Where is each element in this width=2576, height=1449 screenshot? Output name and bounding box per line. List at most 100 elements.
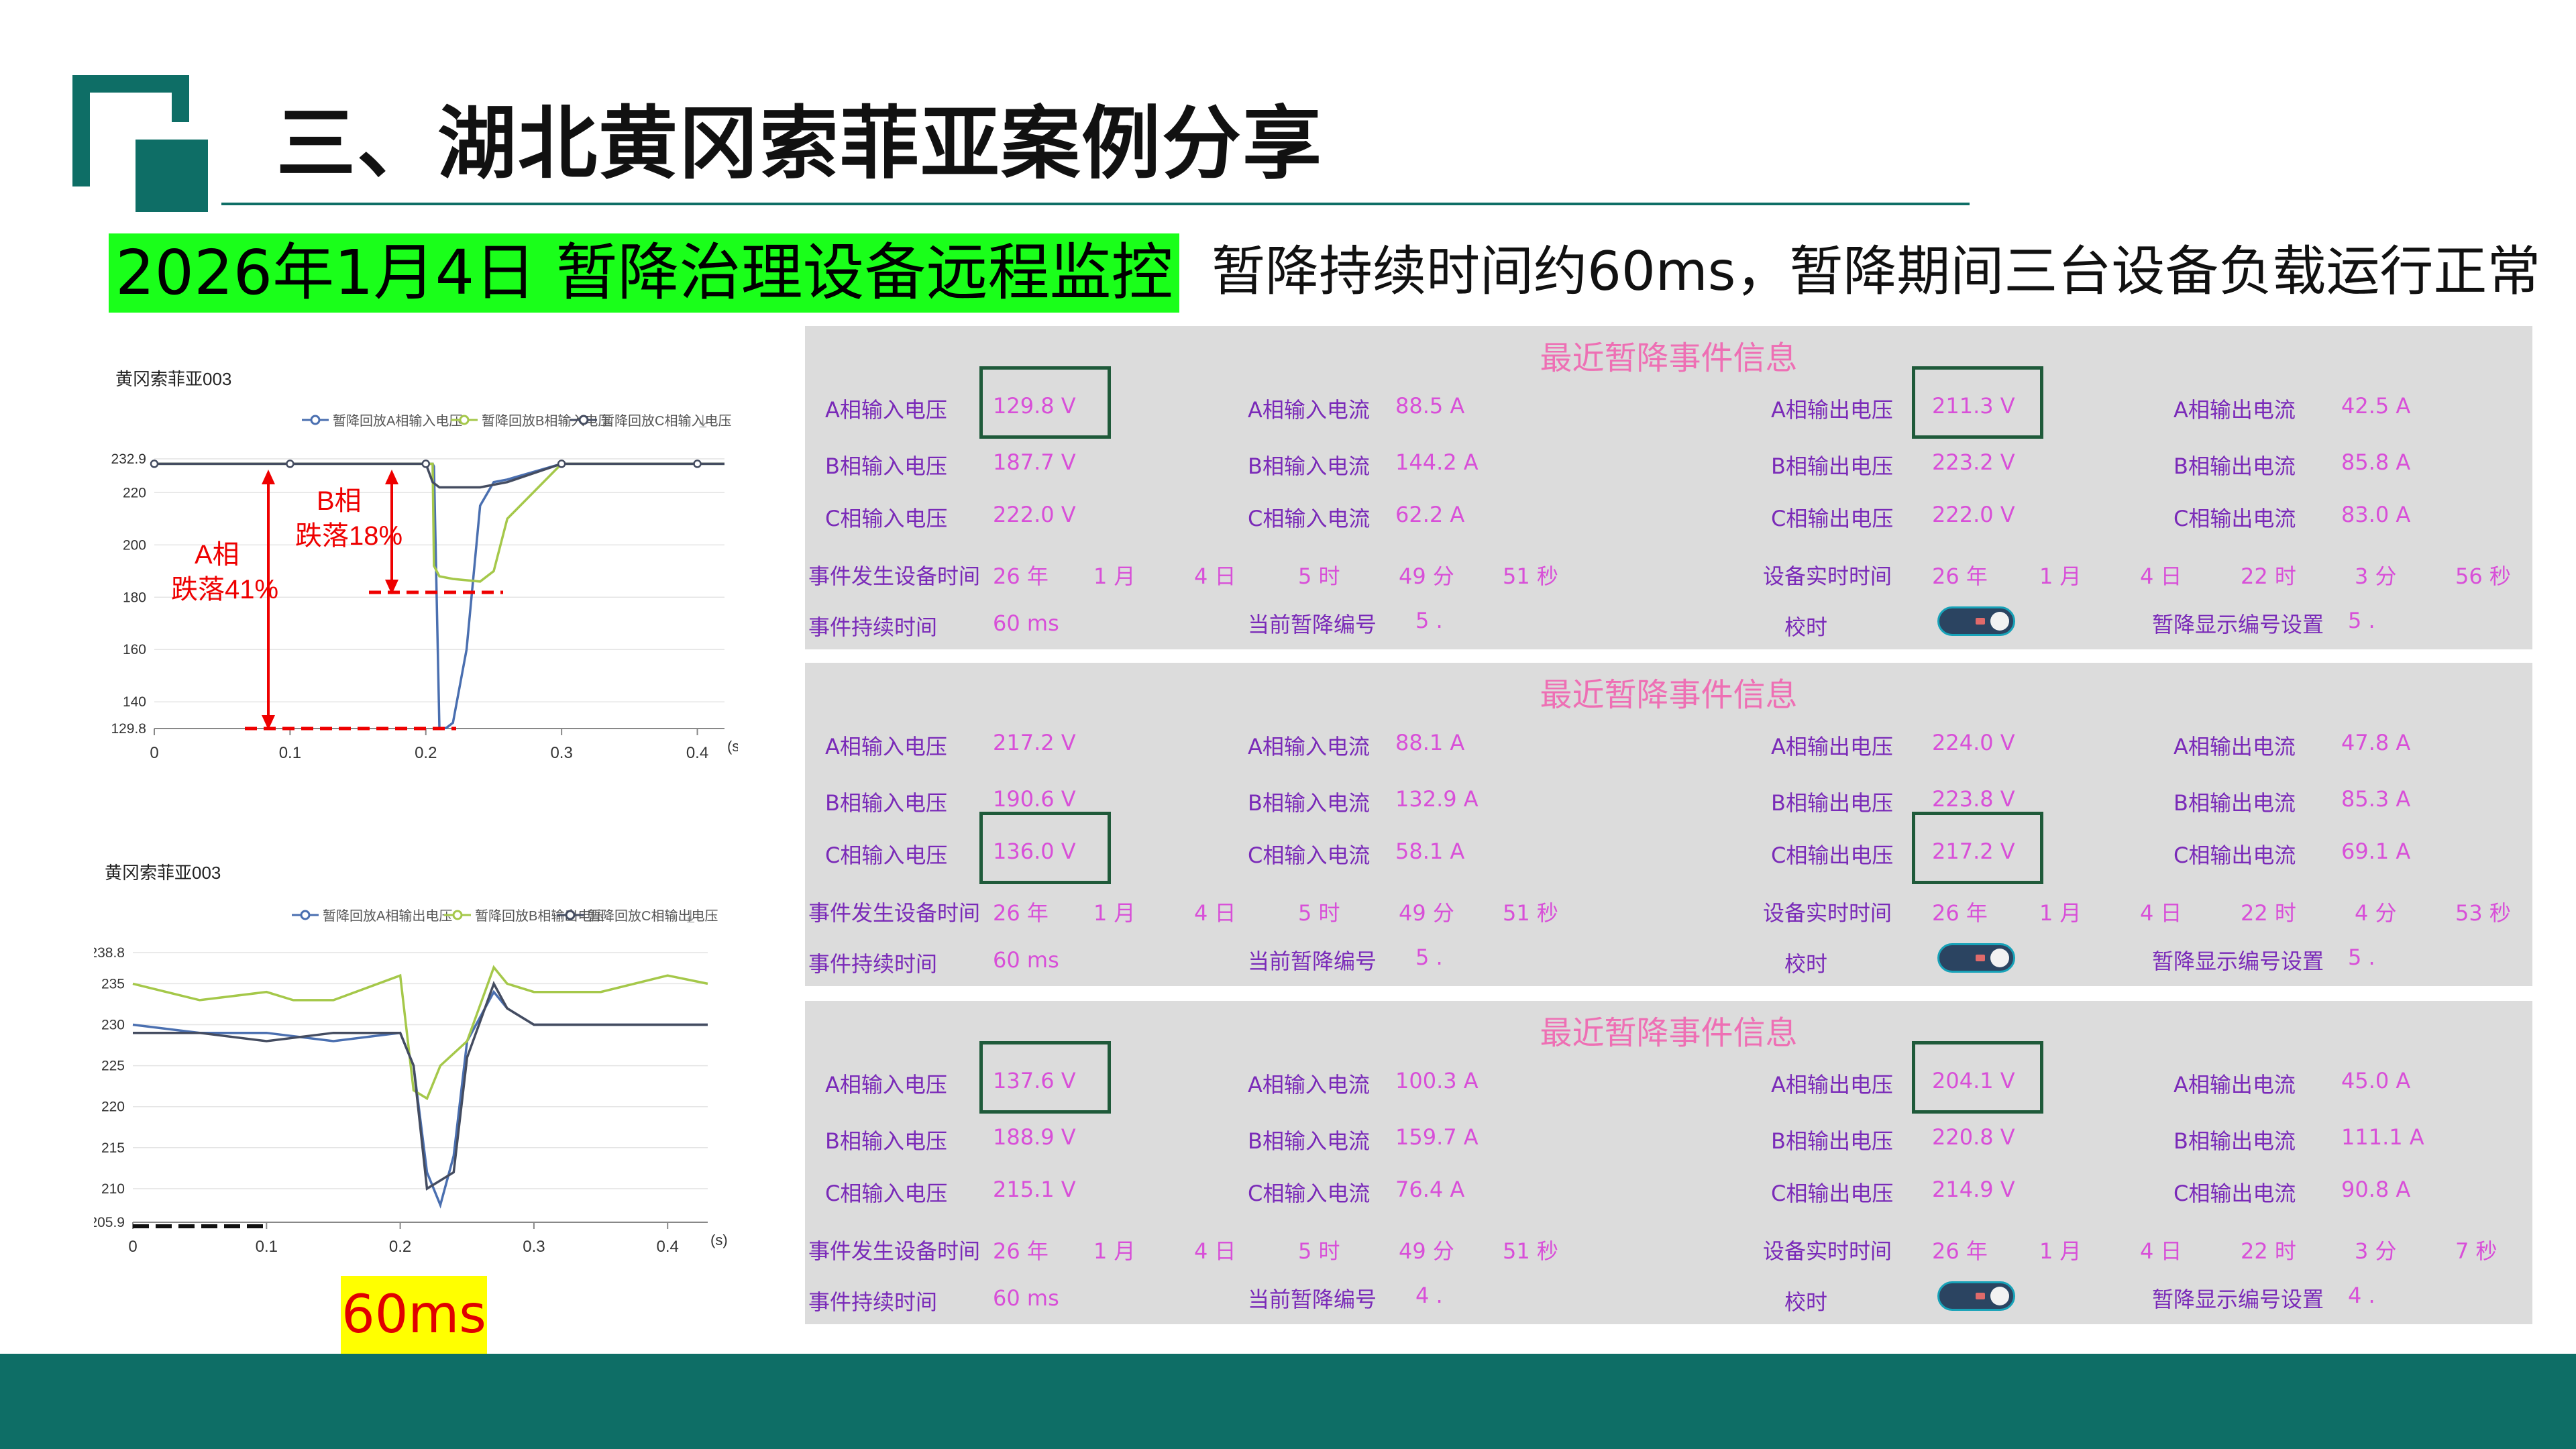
- field-value: 62.2 A: [1395, 502, 1465, 527]
- field-label: B相输入电压: [825, 1128, 947, 1154]
- field-label: C相输出电压: [1771, 843, 1894, 868]
- footer-bar: [0, 1354, 2576, 1449]
- field-value: 222.0 V: [993, 502, 1076, 527]
- realtime-part: 4 日: [2140, 900, 2182, 926]
- download-icon[interactable]: ⤓: [699, 411, 707, 431]
- y-tick-label: 215: [101, 1140, 125, 1156]
- series-line-2: [154, 462, 724, 583]
- x-tick-label: 0.1: [279, 744, 301, 762]
- y-tick-label: 210: [101, 1181, 125, 1197]
- field-value: 83.0 A: [2341, 502, 2411, 527]
- x-unit-label: (s): [727, 738, 738, 755]
- highlight-box: [1912, 1041, 2043, 1114]
- data-point: [557, 460, 566, 468]
- toggle-indicator: [1976, 955, 1985, 961]
- realtime-label: 设备实时时间: [1763, 900, 1892, 926]
- field-label: B相输出电流: [2174, 790, 2296, 816]
- realtime-part: 22 时: [2241, 900, 2296, 926]
- realtime-part: 26 年: [1932, 1238, 1988, 1264]
- display-index-value[interactable]: 5 .: [2348, 945, 2375, 970]
- field-value: 76.4 A: [1395, 1177, 1465, 1202]
- data-point: [286, 460, 294, 468]
- realtime-part: 4 日: [2140, 1238, 2182, 1264]
- section-subtitle: 2026年1月4日 暂降治理设备远程监控: [109, 233, 1180, 313]
- data-point: [150, 460, 159, 468]
- chart1-title: 黄冈索菲亚003: [115, 369, 231, 389]
- current-sag-value: 5 .: [1415, 608, 1443, 633]
- x-tick-label: 0.1: [256, 1238, 278, 1256]
- realtime-part: 22 时: [2241, 1238, 2296, 1264]
- field-label: C相输出电流: [2174, 1181, 2296, 1206]
- current-sag-label: 当前暂降编号: [1248, 949, 1377, 974]
- x-tick-label: 0.4: [686, 744, 708, 762]
- duration-field-value: 60 ms: [993, 947, 1059, 973]
- field-value: 88.5 A: [1395, 393, 1465, 419]
- display-index-value[interactable]: 5 .: [2348, 608, 2375, 633]
- y-tick-label: 160: [123, 642, 146, 657]
- x-tick-label: 0.3: [523, 1238, 545, 1256]
- y-tick-label: 230: [101, 1018, 125, 1033]
- field-value: 223.2 V: [1932, 449, 2015, 475]
- field-value: 45.0 A: [2341, 1068, 2411, 1093]
- realtime-label: 设备实时时间: [1763, 564, 1892, 589]
- x-tick-label: 0.2: [415, 744, 437, 762]
- realtime-part: 26 年: [1932, 900, 1988, 926]
- chart2-x-ticks: 0 0.1 0.2 0.3 0.4 (s): [128, 1232, 727, 1256]
- duration-label: 60ms: [341, 1276, 487, 1354]
- field-label: C相输出电压: [1771, 506, 1894, 531]
- field-label: A相输入电压: [825, 734, 947, 759]
- field-label: C相输入电压: [825, 506, 948, 531]
- event-time-part: 49 分: [1399, 564, 1454, 589]
- y-tick-label: 180: [123, 590, 146, 605]
- annot-b-phase: B相: [317, 486, 362, 516]
- field-value: 220.8 V: [1932, 1124, 2015, 1150]
- field-value: 42.5 A: [2341, 393, 2411, 419]
- field-value: 69.1 A: [2341, 839, 2411, 864]
- event-time-part: 49 分: [1399, 1238, 1454, 1264]
- current-sag-label: 当前暂降编号: [1248, 1287, 1377, 1312]
- page-title: 三、湖北黄冈索菲亚案例分享: [276, 97, 1324, 190]
- event-time-part: 26 年: [993, 1238, 1049, 1264]
- download-icon[interactable]: ⤓: [687, 906, 695, 926]
- current-sag-value: 5 .: [1415, 945, 1443, 970]
- field-label: B相输出电压: [1771, 453, 1893, 479]
- field-label: A相输入电流: [1248, 397, 1370, 423]
- field-label: C相输入电流: [1248, 843, 1371, 868]
- chart2-series: [132, 965, 708, 1209]
- chart1-y-ticks: 232.9 220 200 180 160 140 129.8: [111, 451, 146, 737]
- field-label: C相输出电流: [2174, 843, 2296, 868]
- display-index-label: 暂降显示编号设置: [2152, 612, 2324, 637]
- display-index-value[interactable]: 4 .: [2348, 1283, 2375, 1308]
- y-tick-label: 235: [101, 976, 125, 991]
- realtime-label: 设备实时时间: [1763, 1238, 1892, 1264]
- realtime-part: 1 月: [2039, 900, 2082, 926]
- field-label: B相输入电流: [1248, 1128, 1370, 1154]
- chart1-legend-a: 暂降回放A相输入电压: [333, 413, 462, 429]
- calibrate-toggle[interactable]: [1937, 606, 2015, 636]
- realtime-part: 56 秒: [2455, 564, 2511, 589]
- field-label: A相输出电压: [1771, 397, 1893, 423]
- field-label: B相输入电流: [1248, 453, 1370, 479]
- toggle-knob: [1990, 612, 2009, 631]
- highlight-box: [1912, 366, 2043, 439]
- event-time-part: 5 时: [1298, 1238, 1340, 1264]
- data-point: [693, 460, 702, 468]
- highlight-box: [979, 812, 1111, 884]
- realtime-part: 22 时: [2241, 564, 2296, 589]
- toggle-knob: [1990, 949, 2009, 967]
- y-tick-label: 232.9: [111, 451, 146, 467]
- event-time-part: 26 年: [993, 564, 1049, 589]
- event-time-part: 51 秒: [1503, 1238, 1558, 1264]
- field-label: A相输入电压: [825, 1072, 947, 1097]
- calibrate-toggle[interactable]: [1937, 1281, 2015, 1311]
- calibrate-toggle[interactable]: [1937, 943, 2015, 973]
- field-value: 144.2 A: [1395, 449, 1479, 475]
- event-time-part: 5 时: [1298, 900, 1340, 926]
- chart1-annotations: A相 跌落41% B相 跌落18%: [171, 470, 503, 731]
- field-value: 188.9 V: [993, 1124, 1076, 1150]
- realtime-part: 7 秒: [2455, 1238, 2498, 1264]
- field-value: 132.9 A: [1395, 786, 1479, 812]
- annot-a-drop: 跌落41%: [171, 575, 278, 604]
- field-value: 100.3 A: [1395, 1068, 1479, 1093]
- sag-event-panel-2: 最近暂降事件信息 A相输入电压 217.2 V A相输入电流 88.1 A A相输出电压 2…: [805, 663, 2532, 986]
